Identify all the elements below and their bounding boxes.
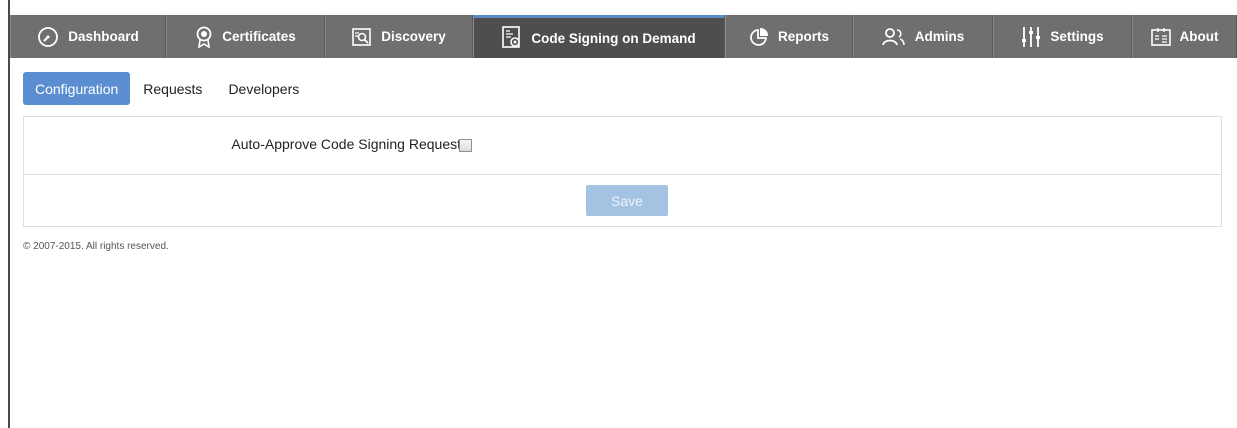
discovery-search-icon (352, 27, 372, 47)
window-left-border (8, 0, 10, 428)
tab-requests[interactable]: Requests (130, 72, 215, 105)
admins-icon (881, 27, 906, 47)
nav-discovery[interactable]: Discovery (325, 15, 473, 58)
configuration-panel: Auto-Approve Code Signing Requests Save (23, 116, 1222, 227)
nav-about[interactable]: About (1132, 15, 1237, 58)
nav-label: Discovery (381, 29, 446, 44)
nav-settings[interactable]: Settings (993, 15, 1132, 58)
auto-approve-label: Auto-Approve Code Signing Requests (231, 136, 468, 152)
nav-admins[interactable]: Admins (853, 15, 993, 58)
auto-approve-row: Auto-Approve Code Signing Requests (24, 117, 1221, 175)
code-signing-icon (502, 26, 522, 50)
nav-label: Settings (1050, 29, 1104, 44)
tab-configuration[interactable]: Configuration (23, 72, 131, 105)
nav-label: Reports (777, 29, 829, 44)
certificate-badge-icon (195, 26, 213, 48)
nav-label: Code Signing on Demand (531, 30, 696, 46)
nav-code-signing-on-demand[interactable]: Code Signing on Demand (473, 15, 725, 58)
copyright-footer: © 2007-2015. All rights reserved. (23, 241, 169, 252)
save-button[interactable]: Save (586, 185, 668, 216)
subtabs: Configuration Requests Developers (23, 72, 312, 105)
nav-label: Dashboard (68, 29, 139, 44)
pie-chart-icon (749, 27, 769, 47)
top-navigation: Dashboard Certificates Discovery Code Si… (10, 15, 1237, 58)
nav-dashboard[interactable]: Dashboard (10, 15, 166, 58)
nav-certificates[interactable]: Certificates (166, 15, 325, 58)
nav-reports[interactable]: Reports (725, 15, 853, 58)
auto-approve-checkbox[interactable] (459, 139, 472, 152)
nav-label: Certificates (222, 29, 296, 44)
nav-label: Admins (914, 29, 965, 44)
tab-developers[interactable]: Developers (215, 72, 312, 105)
nav-label: About (1179, 29, 1219, 44)
gauge-icon (37, 26, 59, 48)
sliders-icon (1021, 26, 1041, 48)
about-icon (1150, 27, 1171, 47)
